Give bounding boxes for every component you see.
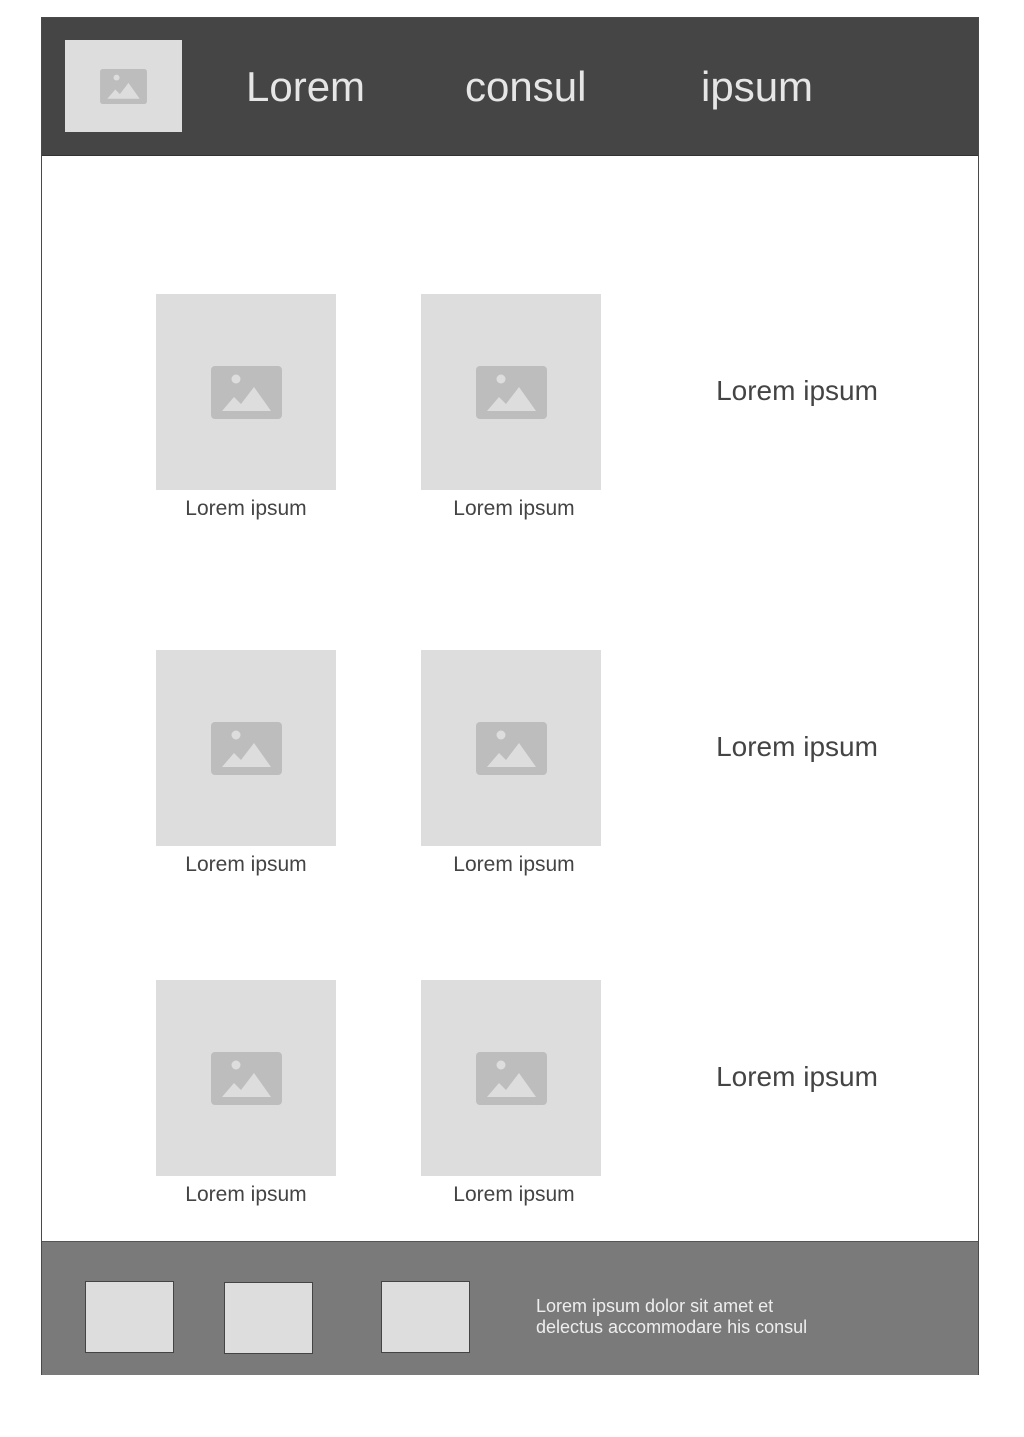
nav-item-ipsum[interactable]: ipsum xyxy=(701,62,813,112)
image-caption: Lorem ipsum xyxy=(185,497,307,520)
image-placeholder[interactable] xyxy=(156,650,336,846)
image-icon xyxy=(475,365,547,419)
image-caption: Lorem ipsum xyxy=(453,853,575,876)
image-placeholder[interactable] xyxy=(421,650,601,846)
footer-text-line-1: Lorem ipsum dolor sit amet et xyxy=(536,1296,774,1316)
image-placeholder[interactable] xyxy=(156,980,336,1176)
header: Lorem consul ipsum xyxy=(42,18,978,156)
image-caption: Lorem ipsum xyxy=(185,1183,307,1206)
row-label: Lorem ipsum xyxy=(716,731,878,762)
image-caption: Lorem ipsum xyxy=(453,497,575,520)
nav-item-lorem[interactable]: Lorem xyxy=(246,62,365,112)
image-icon xyxy=(210,365,282,419)
image-placeholder[interactable] xyxy=(421,980,601,1176)
image-icon xyxy=(210,1051,282,1105)
footer-box[interactable] xyxy=(381,1281,470,1353)
logo[interactable] xyxy=(65,40,182,132)
image-placeholder[interactable] xyxy=(421,294,601,490)
footer: Lorem ipsum dolor sit amet et delectus a… xyxy=(42,1241,978,1375)
footer-box[interactable] xyxy=(224,1282,313,1354)
image-icon xyxy=(475,721,547,775)
image-icon xyxy=(210,721,282,775)
footer-text-line-2: delectus accommodare his consul xyxy=(536,1317,808,1337)
row-label: Lorem ipsum xyxy=(716,1061,878,1092)
page-frame: Lorem consul ipsum Lorem ipsum Lorem ips… xyxy=(41,17,979,1375)
nav-item-consul[interactable]: consul xyxy=(465,62,586,112)
image-caption: Lorem ipsum xyxy=(185,853,307,876)
image-placeholder[interactable] xyxy=(156,294,336,490)
footer-box[interactable] xyxy=(85,1281,174,1353)
image-icon xyxy=(100,68,147,104)
row-label: Lorem ipsum xyxy=(716,375,878,406)
image-caption: Lorem ipsum xyxy=(453,1183,575,1206)
image-icon xyxy=(475,1051,547,1105)
